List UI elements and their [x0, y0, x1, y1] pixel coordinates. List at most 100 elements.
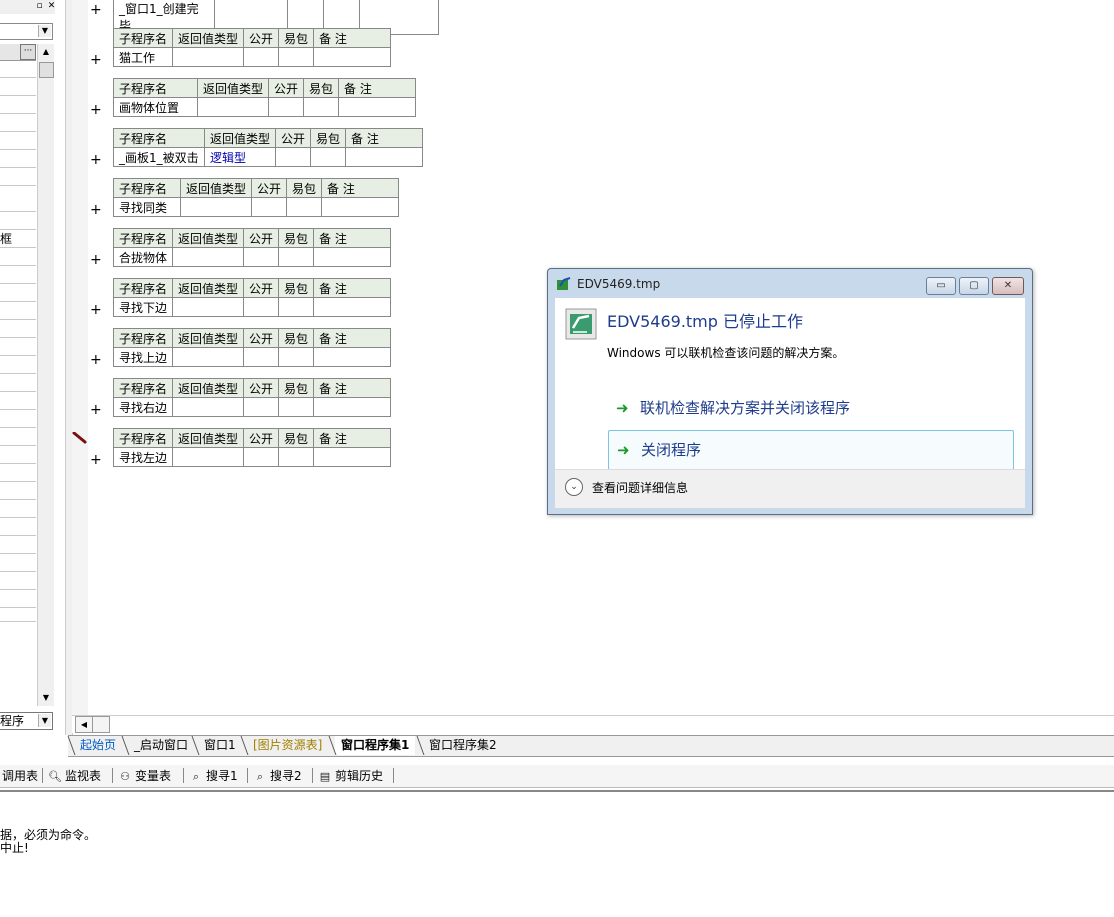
- easy-cell[interactable]: [310, 147, 347, 167]
- close-program-option[interactable]: ➜ 关闭程序: [608, 430, 1014, 470]
- easy-cell[interactable]: [278, 47, 315, 67]
- property-row[interactable]: [0, 265, 36, 266]
- expand-icon[interactable]: +: [90, 253, 102, 267]
- property-row[interactable]: [0, 149, 36, 150]
- property-row[interactable]: [0, 113, 36, 114]
- easy-cell[interactable]: [278, 397, 315, 417]
- property-row[interactable]: [0, 621, 36, 622]
- property-row[interactable]: [0, 535, 36, 536]
- note-cell[interactable]: [345, 147, 424, 167]
- clip-history-button[interactable]: ▤ 剪辑历史: [318, 767, 383, 785]
- expand-icon[interactable]: +: [90, 53, 102, 67]
- return-type-cell[interactable]: [172, 297, 245, 317]
- property-row[interactable]: [0, 95, 36, 96]
- subroutine-name[interactable]: 寻找左边: [112, 447, 174, 467]
- public-cell[interactable]: [243, 447, 280, 467]
- public-cell[interactable]: [243, 47, 280, 67]
- maximize-button[interactable]: ▢: [959, 277, 989, 295]
- public-cell[interactable]: [243, 297, 280, 317]
- close-button[interactable]: ✕: [992, 277, 1024, 295]
- property-row[interactable]: [0, 373, 36, 374]
- property-row[interactable]: [0, 211, 36, 212]
- return-type-cell[interactable]: [196, 97, 270, 117]
- dialog-titlebar[interactable]: EDV5469.tmp ▭ ▢ ✕: [548, 269, 1032, 298]
- note-cell[interactable]: [313, 397, 392, 417]
- scroll-thumb[interactable]: [93, 716, 110, 733]
- public-cell[interactable]: [268, 97, 305, 117]
- output-panel[interactable]: 据，必须为命令。 中止!: [0, 790, 1114, 917]
- property-row[interactable]: [0, 319, 36, 320]
- expand-icon[interactable]: +: [90, 153, 102, 167]
- property-row[interactable]: [0, 571, 36, 572]
- tab-image-resources[interactable]: [图片资源表]: [247, 736, 328, 755]
- search2-button[interactable]: ⌕ 搜寻2: [253, 767, 302, 785]
- subroutine-name[interactable]: 寻找下边: [112, 297, 174, 317]
- scroll-up-icon[interactable]: ▲: [38, 44, 54, 60]
- call-table-button[interactable]: 调用表: [2, 767, 38, 785]
- expand-icon[interactable]: +: [90, 203, 102, 217]
- note-cell[interactable]: [313, 297, 392, 317]
- property-row[interactable]: [0, 517, 36, 518]
- editor-hscrollbar[interactable]: ◀: [72, 715, 1114, 733]
- subroutine-name[interactable]: 寻找右边: [112, 397, 174, 417]
- public-cell[interactable]: [243, 247, 280, 267]
- property-row[interactable]: [0, 445, 36, 446]
- tab-window1[interactable]: 窗口1: [198, 736, 242, 755]
- search1-button[interactable]: ⌕ 搜寻1: [189, 767, 238, 785]
- property-row[interactable]: [0, 499, 36, 500]
- expand-icon[interactable]: +: [90, 403, 102, 417]
- chevron-down-icon[interactable]: ▼: [38, 714, 51, 727]
- tab-window-program-set1[interactable]: 窗口程序集1: [335, 736, 416, 755]
- easy-cell[interactable]: [303, 97, 340, 117]
- expand-icon[interactable]: +: [90, 453, 102, 467]
- property-row[interactable]: [0, 607, 36, 608]
- view-details-link[interactable]: 查看问题详细信息: [592, 479, 688, 496]
- property-row[interactable]: [0, 77, 36, 78]
- return-type-cell[interactable]: [179, 197, 253, 217]
- note-cell[interactable]: [313, 447, 392, 467]
- return-type-cell[interactable]: 逻辑型: [203, 147, 277, 167]
- restore-icon[interactable]: ▫: [34, 1, 45, 12]
- close-icon[interactable]: ✕: [46, 1, 55, 12]
- property-row[interactable]: [0, 553, 36, 554]
- property-scrollbar[interactable]: ▲ ▼: [37, 44, 54, 706]
- property-row[interactable]: [0, 283, 36, 284]
- subroutine-name[interactable]: 猫工作: [112, 47, 174, 67]
- ellipsis-button[interactable]: ···: [20, 44, 36, 60]
- subroutine-name[interactable]: 合拢物体: [112, 247, 174, 267]
- note-cell[interactable]: [338, 97, 417, 117]
- property-row[interactable]: [0, 391, 36, 392]
- subroutine-name[interactable]: 寻找同类: [113, 197, 181, 217]
- return-type-cell[interactable]: [172, 347, 245, 367]
- note-cell[interactable]: [313, 247, 392, 267]
- property-row[interactable]: [0, 185, 36, 186]
- event-combo[interactable]: 程序 ▼: [0, 712, 53, 730]
- expand-icon[interactable]: +: [90, 353, 102, 367]
- chevron-down-icon[interactable]: ▼: [38, 25, 51, 37]
- note-cell[interactable]: [313, 347, 392, 367]
- public-cell[interactable]: [275, 147, 312, 167]
- easy-cell[interactable]: [278, 447, 315, 467]
- scroll-left-icon[interactable]: ◀: [75, 716, 93, 733]
- variable-table-button[interactable]: ⚇ 变量表: [118, 767, 171, 785]
- property-row[interactable]: [0, 301, 36, 302]
- easy-cell[interactable]: [278, 347, 315, 367]
- note-cell[interactable]: [313, 47, 392, 67]
- property-row[interactable]: [0, 589, 36, 590]
- expand-icon[interactable]: +: [90, 3, 102, 17]
- property-row[interactable]: [0, 337, 36, 338]
- subroutine-name[interactable]: _画板1_被双击: [113, 147, 205, 167]
- tab-start-page[interactable]: 起始页: [74, 736, 122, 755]
- watch-table-button[interactable]: 🔍︎ 监视表: [48, 767, 101, 785]
- property-row[interactable]: [0, 131, 36, 132]
- property-row[interactable]: [0, 355, 36, 356]
- return-type-cell[interactable]: [172, 397, 245, 417]
- scroll-down-icon[interactable]: ▼: [38, 690, 54, 706]
- tab-window-program-set2[interactable]: 窗口程序集2: [423, 736, 503, 755]
- public-cell[interactable]: [251, 197, 288, 217]
- object-combo[interactable]: ▼: [0, 23, 53, 40]
- property-row[interactable]: [0, 247, 36, 248]
- public-cell[interactable]: [243, 347, 280, 367]
- easy-cell[interactable]: [278, 247, 315, 267]
- scroll-thumb[interactable]: [39, 62, 54, 78]
